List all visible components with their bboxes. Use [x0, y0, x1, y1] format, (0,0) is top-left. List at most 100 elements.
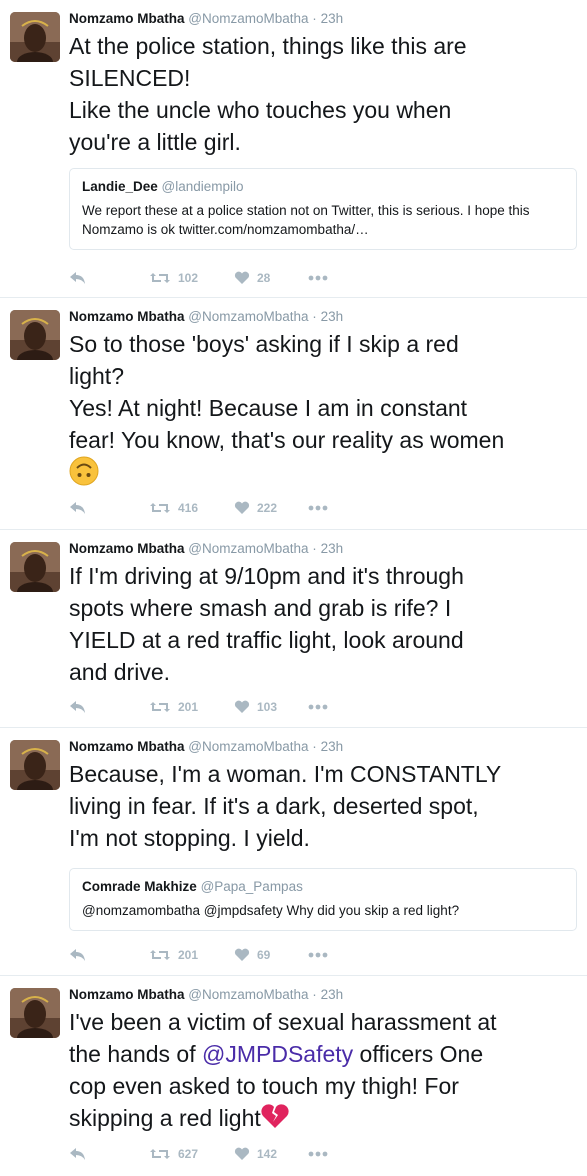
- tweet-text-segment: skipping a red light: [69, 1105, 261, 1131]
- quoted-text-line: Nomzamo is ok twitter.com/nomzamombatha/…: [82, 222, 369, 237]
- tweet[interactable]: Nomzamo Mbatha @NomzamoMbatha · 23h I've…: [0, 976, 587, 1176]
- author-name[interactable]: Nomzamo Mbatha: [69, 11, 185, 26]
- tweet-text-line: you're a little girl.: [69, 129, 241, 155]
- tweet-text-line: SILENCED!: [69, 65, 191, 91]
- author-name[interactable]: Nomzamo Mbatha: [69, 309, 185, 324]
- tweet-text-line: So to those 'boys' asking if I skip a re…: [69, 331, 459, 357]
- author-handle[interactable]: @NomzamoMbatha: [188, 309, 308, 324]
- reply-button[interactable]: [69, 501, 149, 515]
- like-count: 142: [257, 1147, 278, 1161]
- avatar[interactable]: [10, 740, 60, 790]
- author-handle[interactable]: @NomzamoMbatha: [188, 739, 308, 754]
- retweet-icon: [149, 501, 171, 515]
- like-button[interactable]: 222: [234, 501, 308, 515]
- tweet-text-segment: officers One: [353, 1041, 484, 1067]
- like-button[interactable]: 142: [234, 1147, 308, 1161]
- reply-button[interactable]: [69, 700, 149, 714]
- timestamp[interactable]: 23h: [321, 11, 344, 26]
- retweet-button[interactable]: 416: [149, 501, 234, 515]
- tweet[interactable]: Nomzamo Mbatha @NomzamoMbatha · 23h At t…: [0, 0, 587, 298]
- mention-link[interactable]: @JMPDSafety: [202, 1041, 353, 1067]
- timestamp[interactable]: 23h: [321, 309, 344, 324]
- tweet-actions: 627 142: [69, 1144, 328, 1164]
- like-button[interactable]: 103: [234, 700, 308, 714]
- tweet[interactable]: Nomzamo Mbatha @NomzamoMbatha · 23h So t…: [0, 298, 587, 530]
- reply-button[interactable]: [69, 1147, 149, 1161]
- quoted-text: We report these at a police station not …: [82, 201, 564, 239]
- retweet-icon: [149, 948, 171, 962]
- retweet-count: 627: [178, 1147, 199, 1161]
- avatar[interactable]: [10, 310, 60, 360]
- tweet-text-line: If I'm driving at 9/10pm and it's throug…: [69, 563, 464, 589]
- more-icon: [308, 1151, 328, 1157]
- tweet-text-line: the hands of @JMPDSafety officers One: [69, 1038, 577, 1070]
- author-name[interactable]: Nomzamo Mbatha: [69, 541, 185, 556]
- heart-icon: [234, 501, 250, 515]
- more-icon: [308, 952, 328, 958]
- tweet-header: Nomzamo Mbatha @NomzamoMbatha · 23h: [69, 540, 577, 558]
- quoted-text: @nomzamombatha @jmpdsafety Why did you s…: [82, 901, 564, 920]
- tweet-text-line: skipping a red light: [69, 1102, 577, 1137]
- quoted-text-line: @nomzamombatha @jmpdsafety Why did you s…: [82, 903, 460, 918]
- tweet[interactable]: Nomzamo Mbatha @NomzamoMbatha · 23h If I…: [0, 530, 587, 728]
- reply-button[interactable]: [69, 948, 149, 962]
- timestamp[interactable]: 23h: [321, 739, 344, 754]
- retweet-icon: [149, 700, 171, 714]
- separator-dot: ·: [312, 11, 317, 26]
- like-count: 103: [257, 700, 278, 714]
- reply-icon: [69, 501, 87, 515]
- author-handle[interactable]: @NomzamoMbatha: [188, 987, 308, 1002]
- more-icon: [308, 275, 328, 281]
- tweet-text-line: YIELD at a red traffic light, look aroun…: [69, 627, 464, 653]
- author-handle[interactable]: @NomzamoMbatha: [188, 11, 308, 26]
- more-icon: [308, 505, 328, 511]
- retweet-button[interactable]: 102: [149, 271, 234, 285]
- reply-icon: [69, 948, 87, 962]
- like-button[interactable]: 28: [234, 271, 308, 285]
- avatar[interactable]: [10, 542, 60, 592]
- retweet-button[interactable]: 627: [149, 1147, 234, 1161]
- heart-icon: [234, 948, 250, 962]
- tweet-text: So to those 'boys' asking if I skip a re…: [69, 328, 577, 488]
- retweet-button[interactable]: 201: [149, 700, 234, 714]
- tweet-text-line: fear! You know, that's our reality as wo…: [69, 427, 505, 453]
- separator-dot: ·: [312, 739, 317, 754]
- more-button[interactable]: [308, 704, 328, 710]
- heart-icon: [234, 1147, 250, 1161]
- timestamp[interactable]: 23h: [321, 987, 344, 1002]
- avatar[interactable]: [10, 12, 60, 62]
- author-handle[interactable]: @NomzamoMbatha: [188, 541, 308, 556]
- more-button[interactable]: [308, 952, 328, 958]
- tweet-text-line: light?: [69, 363, 124, 389]
- reply-icon: [69, 700, 87, 714]
- retweet-count: 416: [178, 501, 199, 515]
- more-button[interactable]: [308, 505, 328, 511]
- author-name[interactable]: Nomzamo Mbatha: [69, 739, 185, 754]
- tweet-text: Because, I'm a woman. I'm CONSTANTLY liv…: [69, 758, 577, 854]
- more-button[interactable]: [308, 275, 328, 281]
- quoted-tweet[interactable]: Landie_Dee @landiempilo We report these …: [69, 168, 577, 250]
- retweet-button[interactable]: 201: [149, 948, 234, 962]
- timestamp[interactable]: 23h: [321, 541, 344, 556]
- author-name[interactable]: Nomzamo Mbatha: [69, 987, 185, 1002]
- tweet-text: If I'm driving at 9/10pm and it's throug…: [69, 560, 577, 688]
- tweet-text-line: At the police station, things like this …: [69, 33, 467, 59]
- retweet-count: 102: [178, 271, 199, 285]
- more-button[interactable]: [308, 1151, 328, 1157]
- tweet-actions: 416 222: [69, 498, 328, 518]
- tweet-text-line: I'm not stopping. I yield.: [69, 825, 310, 851]
- broken-heart-icon: [261, 1103, 289, 1137]
- tweet-actions: 201 103: [69, 697, 328, 717]
- quoted-tweet[interactable]: Comrade Makhize @Papa_Pampas @nomzamomba…: [69, 868, 577, 931]
- tweet[interactable]: Nomzamo Mbatha @NomzamoMbatha · 23h Beca…: [0, 728, 587, 976]
- quoted-author-handle: @Papa_Pampas: [200, 879, 303, 894]
- like-button[interactable]: 69: [234, 948, 308, 962]
- avatar[interactable]: [10, 988, 60, 1038]
- tweet-text-line: living in fear. If it's a dark, deserted…: [69, 793, 479, 819]
- reply-button[interactable]: [69, 271, 149, 285]
- separator-dot: ·: [312, 309, 317, 324]
- like-count: 28: [257, 271, 271, 285]
- tweet-text-line: I've been a victim of sexual harassment …: [69, 1009, 497, 1035]
- retweet-icon: [149, 271, 171, 285]
- tweet-actions: 201 69: [69, 945, 328, 965]
